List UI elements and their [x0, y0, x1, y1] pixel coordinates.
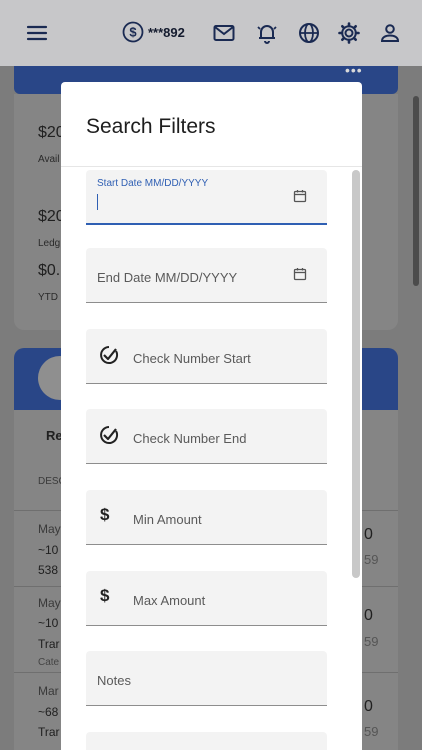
bell-icon[interactable] — [255, 21, 279, 45]
globe-icon[interactable] — [297, 21, 321, 45]
row-3-sub: 59 — [364, 724, 379, 739]
min-amount-field[interactable]: $ Min Amount — [86, 490, 327, 545]
ledger-label: Ledg — [38, 238, 61, 249]
account-selector[interactable]: $ ***892 — [122, 21, 185, 43]
start-date-label: Start Date MM/DD/YYYY — [97, 178, 209, 189]
dialog-title: Search Filters — [86, 115, 216, 138]
row-2-line3: Trar — [38, 637, 60, 651]
min-amount-label: Min Amount — [133, 512, 202, 527]
top-bar: $ ***892 — [0, 0, 422, 66]
search-filters-dialog: Search Filters Start Date MM/DD/YYYY End… — [61, 82, 362, 750]
row-1-line3: 538 — [38, 563, 59, 577]
row-2-date: May — [38, 596, 61, 610]
page-scrollbar[interactable] — [413, 96, 419, 286]
calendar-icon[interactable] — [293, 267, 307, 281]
next-field[interactable] — [86, 732, 327, 750]
calendar-icon[interactable] — [293, 189, 307, 203]
dollar-icon: $ — [100, 586, 110, 605]
row-1-amount: 0 — [364, 526, 373, 543]
check-icon — [99, 345, 119, 365]
check-icon — [99, 425, 119, 445]
check-number-end-field[interactable]: Check Number End — [86, 409, 327, 464]
end-date-field[interactable]: End Date MM/DD/YYYY — [86, 248, 327, 303]
ytd-balance: $0. — [38, 262, 61, 279]
menu-icon[interactable] — [26, 22, 48, 44]
account-number: ***892 — [148, 24, 185, 40]
check-number-start-label: Check Number Start — [133, 351, 251, 366]
more-icon: ••• — [345, 62, 363, 78]
row-3-amount: 0 — [364, 698, 373, 715]
row-2-line2: ~10 — [38, 616, 59, 630]
notes-label: Notes — [97, 673, 131, 688]
dollar-icon: $ — [100, 505, 110, 524]
row-1-date: May — [38, 522, 61, 536]
max-amount-label: Max Amount — [133, 593, 206, 608]
dialog-scrollbar[interactable] — [352, 170, 360, 578]
mail-icon[interactable] — [212, 21, 236, 45]
row-3-date: Mar — [38, 684, 59, 698]
available-label: Avail — [38, 154, 60, 165]
gear-icon[interactable] — [337, 21, 361, 45]
check-number-end-label: Check Number End — [133, 431, 247, 446]
start-date-field[interactable]: Start Date MM/DD/YYYY — [86, 170, 327, 225]
row-3-line3: Trar — [38, 725, 60, 739]
end-date-label: End Date MM/DD/YYYY — [97, 270, 238, 285]
check-number-start-field[interactable]: Check Number Start — [86, 329, 327, 384]
svg-text:$: $ — [129, 25, 137, 40]
ytd-label: YTD — [38, 292, 58, 303]
row-2-sub: 59 — [364, 634, 379, 649]
dialog-divider — [61, 166, 362, 167]
row-2-amount: 0 — [364, 607, 373, 624]
row-3-line2: ~68 — [38, 705, 59, 719]
row-1-line2: ~10 — [38, 543, 59, 557]
notes-field[interactable]: Notes — [86, 651, 327, 706]
dollar-circle-icon: $ — [122, 21, 144, 43]
row-1-sub: 59 — [364, 552, 379, 567]
text-cursor — [97, 194, 98, 210]
max-amount-field[interactable]: $ Max Amount — [86, 571, 327, 626]
row-2-line4: Cate — [38, 657, 60, 668]
user-icon[interactable] — [378, 21, 402, 45]
